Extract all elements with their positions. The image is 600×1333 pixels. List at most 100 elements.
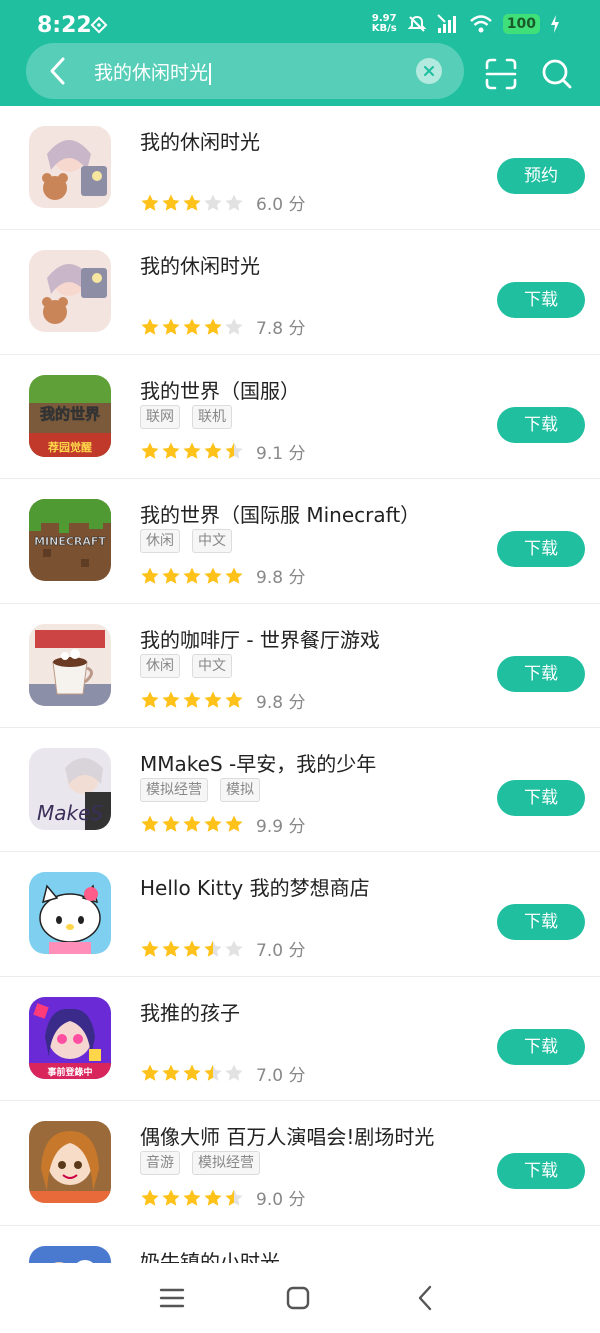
- scan-button[interactable]: [483, 56, 519, 92]
- battery-level: 100: [502, 14, 540, 34]
- idolmaster-icon[interactable]: [29, 1121, 111, 1204]
- girl-with-bear-icon[interactable]: [29, 250, 111, 333]
- search-button[interactable]: [539, 56, 575, 92]
- star-icon: [183, 442, 201, 460]
- star-icon: [141, 940, 159, 957]
- svg-text:我的世界: 我的世界: [40, 405, 100, 423]
- svg-text:MINECRAFT: MINECRAFT: [34, 535, 106, 548]
- app-list-item[interactable]: 我的世界 荐园觉醒 我的世界（国服） 联网 联机 9.1 分 下载: [0, 355, 600, 480]
- star-icon: [141, 318, 159, 335]
- app-title[interactable]: 我的世界（国际服 Minecraft）: [140, 499, 420, 528]
- app-list-item[interactable]: 我的休闲时光 7.8 分 下载: [0, 230, 600, 355]
- star-icon: [225, 1064, 243, 1082]
- star-icon: [183, 691, 201, 708]
- star-icon: [225, 1189, 243, 1206]
- app-tag: 模拟经营: [140, 777, 208, 802]
- app-list-item[interactable]: Hello Kitty 我的梦想商店 7.0 分 下载: [0, 852, 600, 977]
- app-rating: 7.0 分: [140, 936, 305, 961]
- star-rating: [140, 814, 244, 834]
- text-cursor: [209, 62, 212, 85]
- app-list-item[interactable]: MakeS MMakeS -早安，我的少年 模拟经营 模拟 9.9 分 下载: [0, 728, 600, 853]
- star-icon: [204, 815, 222, 833]
- star-icon: [183, 318, 201, 335]
- star-rating: [140, 690, 244, 710]
- app-rating: 7.0 分: [140, 1061, 305, 1086]
- hello-kitty-icon[interactable]: [29, 872, 111, 955]
- search-bar[interactable]: 我的休闲时光: [26, 43, 464, 99]
- star-icon: [162, 1189, 180, 1206]
- app-rating: 9.1 分: [140, 439, 305, 464]
- app-title[interactable]: Hello Kitty 我的梦想商店: [140, 872, 370, 901]
- app-title[interactable]: 我推的孩子: [140, 997, 240, 1026]
- download-button[interactable]: 下载: [497, 779, 585, 816]
- download-button[interactable]: 下载: [497, 904, 585, 941]
- menu-icon[interactable]: [157, 1283, 187, 1313]
- star-icon: [204, 1064, 222, 1082]
- app-rating: 9.8 分: [140, 563, 305, 588]
- app-list-item[interactable]: MINECRAFT 我的世界（国际服 Minecraft） 休闲 中文 9.8 分 下载: [0, 479, 600, 604]
- back-nav-icon[interactable]: [411, 1283, 441, 1313]
- app-rating: 9.8 分: [140, 688, 305, 713]
- search-input[interactable]: 我的休闲时光: [94, 58, 212, 85]
- coffee-cup-icon[interactable]: [29, 623, 111, 706]
- star-icon: [225, 442, 243, 460]
- app-score: 9.1 分: [256, 443, 306, 464]
- clear-search-button[interactable]: [416, 58, 442, 84]
- star-icon: [225, 815, 243, 833]
- star-icon: [141, 1064, 159, 1082]
- app-title[interactable]: 我的咖啡厅 - 世界餐厅游戏: [140, 624, 380, 653]
- star-icon: [225, 691, 243, 708]
- app-list-item[interactable]: 我的休闲时光 6.0 分 预约: [0, 106, 600, 231]
- makes-game-icon[interactable]: MakeS: [29, 747, 111, 830]
- status-indicators: 9.97 KB/s 100: [372, 12, 560, 36]
- app-header: 8:22 9.97 KB/s 100 我的休闲时光: [0, 0, 600, 106]
- star-icon: [183, 1189, 201, 1206]
- app-tags: 联网 联机: [140, 404, 232, 429]
- star-icon: [204, 318, 222, 335]
- wifi-icon: [469, 15, 492, 33]
- app-rating: 7.8 分: [140, 314, 305, 339]
- minecraft-china-icon[interactable]: 我的世界 荐园觉醒: [29, 374, 111, 457]
- star-rating: [140, 317, 244, 337]
- download-button[interactable]: 下载: [497, 655, 585, 692]
- download-button[interactable]: 下载: [497, 282, 585, 319]
- scan-icon: [485, 58, 517, 90]
- app-title[interactable]: MMakeS -早安，我的少年: [140, 748, 376, 777]
- app-score: 9.0 分: [256, 1190, 306, 1211]
- star-icon: [162, 318, 180, 335]
- download-button[interactable]: 下载: [497, 531, 585, 568]
- star-icon: [162, 940, 180, 957]
- app-list-item[interactable]: 事前登錄中 我推的孩子 7.0 分 下载: [0, 977, 600, 1102]
- star-icon: [183, 567, 201, 584]
- girl-with-bear-icon[interactable]: [29, 126, 111, 208]
- app-score: 7.0 分: [256, 1065, 306, 1086]
- reserve-button[interactable]: 预约: [497, 158, 585, 194]
- app-title[interactable]: 我的休闲时光: [140, 250, 260, 279]
- star-icon: [162, 194, 180, 211]
- home-icon[interactable]: [283, 1283, 313, 1313]
- minecraft-grass-block-icon[interactable]: MINECRAFT: [29, 499, 111, 582]
- charging-bolt-icon: [551, 15, 559, 33]
- star-icon: [183, 940, 201, 957]
- download-button[interactable]: 下载: [497, 406, 585, 443]
- oshi-no-ko-icon[interactable]: 事前登錄中: [29, 996, 111, 1079]
- star-icon: [225, 318, 243, 335]
- app-tag: 音游: [140, 1151, 180, 1176]
- star-rating: [140, 939, 244, 959]
- download-button[interactable]: 下载: [497, 1028, 585, 1065]
- app-score: 6.0 分: [256, 195, 306, 215]
- app-tag: 中文: [192, 529, 232, 554]
- download-button[interactable]: 下载: [497, 1153, 585, 1190]
- app-list-item[interactable]: 偶像大师 百万人演唱会!剧场时光 音游 模拟经营 9.0 分 下载: [0, 1101, 600, 1226]
- app-title[interactable]: 我的休闲时光: [140, 126, 260, 155]
- app-title[interactable]: 我的世界（国服）: [140, 375, 300, 404]
- app-list-item[interactable]: 我的咖啡厅 - 世界餐厅游戏 休闲 中文 9.8 分 下载: [0, 604, 600, 728]
- app-score: 9.8 分: [256, 692, 306, 713]
- star-icon: [204, 1189, 222, 1206]
- app-title[interactable]: 偶像大师 百万人演唱会!剧场时光: [140, 1121, 434, 1150]
- back-button[interactable]: [38, 51, 78, 91]
- search-icon: [542, 59, 572, 89]
- location-diamond-icon: [90, 16, 108, 34]
- net-speed-unit: KB/s: [371, 23, 397, 34]
- star-icon: [162, 567, 180, 584]
